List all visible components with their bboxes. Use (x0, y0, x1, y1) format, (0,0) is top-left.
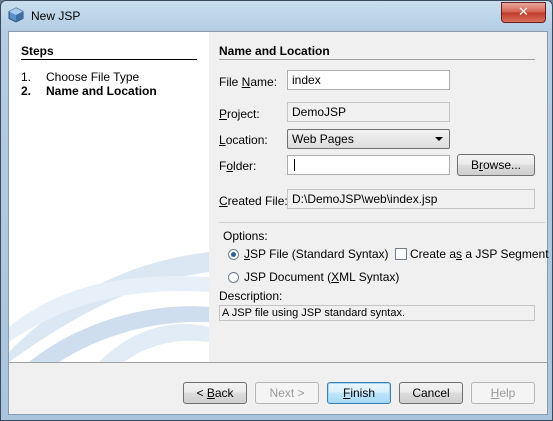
dialog-body: Steps 1. Choose File Type 2. Name and Loca… (8, 31, 549, 415)
step-label: Choose File Type (46, 70, 140, 84)
dialog-window: New JSP ✕ Steps 1. Choose File Type 2. Nam… (0, 0, 553, 421)
jsp-document-radio-label[interactable]: JSP Document (XML Syntax) (244, 270, 399, 284)
step-label: Name and Location (46, 84, 157, 98)
created-file-label: Created File: (219, 194, 288, 208)
back-button[interactable]: < Back (183, 382, 247, 404)
close-button[interactable]: ✕ (501, 2, 546, 23)
step-item-choose-file-type: 1. Choose File Type (21, 70, 139, 84)
finish-button[interactable]: Finish (327, 382, 391, 404)
options-label: Options: (223, 229, 268, 243)
location-label: Location: (219, 133, 268, 147)
created-file-field: D:\DemoJSP\web\index.jsp (287, 189, 535, 209)
location-dropdown[interactable]: Web Pages (287, 129, 450, 149)
file-name-label: File Name: (219, 75, 278, 89)
netbeans-cube-icon (8, 7, 24, 23)
jsp-document-radio[interactable] (228, 272, 239, 283)
steps-panel: Steps 1. Choose File Type 2. Name and Loca… (9, 32, 209, 362)
jsp-segment-checkbox[interactable] (395, 248, 407, 260)
decorative-swoosh-graphic (9, 252, 209, 362)
text-cursor (294, 159, 295, 171)
options-divider (219, 222, 545, 223)
panel-title-divider (219, 59, 535, 60)
help-button[interactable]: Help (471, 382, 535, 404)
description-label: Description: (219, 289, 283, 303)
steps-title: Steps (21, 44, 54, 58)
step-number: 1. (21, 70, 32, 84)
project-field: DemoJSP (287, 102, 450, 122)
step-number: 2. (21, 84, 32, 98)
panel-title: Name and Location (219, 44, 330, 58)
jsp-file-radio[interactable] (228, 249, 239, 260)
jsp-file-radio-label[interactable]: JSP File (Standard Syntax) (244, 247, 389, 261)
name-and-location-panel: Name and Location File Name: index Proje… (209, 32, 549, 362)
folder-input[interactable] (287, 155, 450, 175)
location-selected-value: Web Pages (292, 132, 354, 146)
file-name-input[interactable]: index (287, 70, 450, 90)
folder-label: Folder: (219, 159, 257, 173)
next-button[interactable]: Next > (255, 382, 319, 404)
button-bar-divider (9, 362, 547, 363)
cancel-button[interactable]: Cancel (399, 382, 463, 404)
steps-divider (21, 59, 197, 60)
jsp-segment-checkbox-label[interactable]: Create as a JSP Segment (410, 247, 549, 261)
title-bar[interactable]: New JSP ✕ (1, 1, 552, 31)
step-item-name-and-location: 2. Name and Location (21, 84, 157, 98)
browse-button[interactable]: Browse... (457, 154, 535, 176)
description-field: A JSP file using JSP standard syntax. (219, 305, 535, 321)
project-label: Project: (219, 107, 260, 121)
window-title: New JSP (31, 9, 81, 23)
chevron-down-icon (435, 137, 443, 141)
